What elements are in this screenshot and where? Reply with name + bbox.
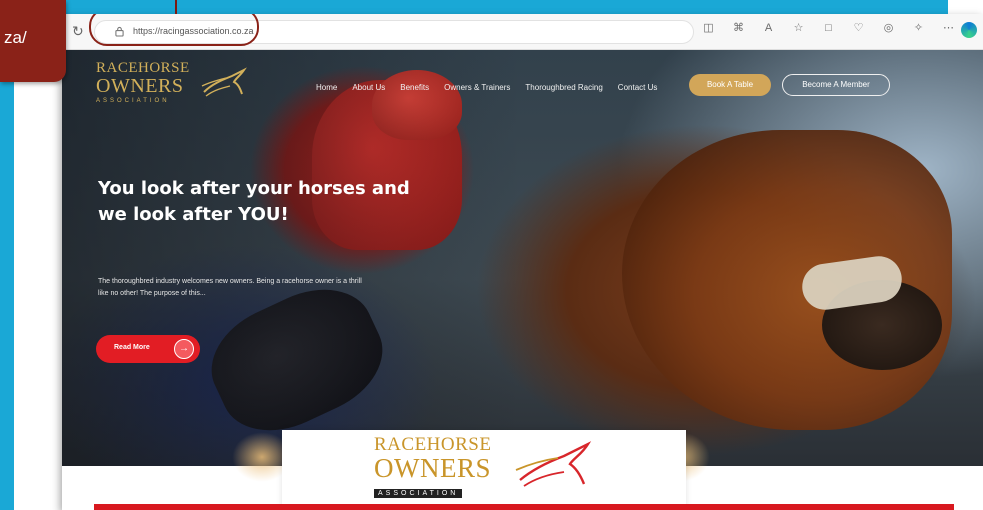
site-logo[interactable]: RACEHORSE OWNERS ASSOCIATION: [96, 60, 247, 104]
footer-logo-text-association: ASSOCIATION: [374, 489, 463, 498]
horse-head-image: [622, 130, 952, 430]
hero-overlay: [62, 50, 522, 466]
footer-horse-logo-icon: [515, 441, 592, 487]
nav-contact-us[interactable]: Contact Us: [618, 83, 658, 92]
favorite-icon[interactable]: ☆: [792, 22, 805, 35]
footer-logo-card: RACEHORSE OWNERS ASSOCIATION: [282, 430, 686, 510]
book-a-table-button[interactable]: Book A Table: [689, 74, 771, 96]
hero-section: RACEHORSE OWNERS ASSOCIATION Home About …: [62, 50, 983, 466]
nav-home[interactable]: Home: [316, 83, 337, 92]
browser-essentials-icon[interactable]: ◎: [882, 22, 895, 35]
toolbar-icons: ◫ ⌘ A ☆ □ ♡ ◎ ✧ ⋯: [702, 22, 955, 35]
nav-thoroughbred-racing[interactable]: Thoroughbred Racing: [525, 83, 602, 92]
frame-top-bar: [0, 0, 948, 14]
more-icon[interactable]: ⋯: [942, 22, 955, 35]
copilot-icon[interactable]: ✧: [912, 22, 925, 35]
arrow-right-icon: →: [174, 339, 194, 359]
hero-heading: You look after your horses and we look a…: [98, 178, 410, 225]
read-aloud-icon[interactable]: A: [762, 22, 775, 35]
hero-blurb: The thoroughbred industry welcomes new o…: [98, 278, 362, 297]
extensions-icon[interactable]: ⌘: [732, 22, 745, 35]
url-callout: za/: [0, 0, 66, 82]
horse-logo-icon: [201, 67, 247, 97]
nav-owners-trainers[interactable]: Owners & Trainers: [444, 83, 510, 92]
read-more-button[interactable]: Read More →: [96, 335, 200, 363]
edge-logo-icon[interactable]: [961, 22, 977, 38]
favorites-bar-icon[interactable]: ♡: [852, 22, 865, 35]
callout-connector-line: [175, 0, 177, 14]
nav-benefits[interactable]: Benefits: [400, 83, 429, 92]
become-a-member-button[interactable]: Become A Member: [782, 74, 890, 96]
reload-icon[interactable]: ↻: [72, 23, 84, 40]
browser-window: ↻ https://racingassociation.co.za ◫ ⌘ A …: [62, 14, 983, 510]
read-more-label: Read More: [114, 344, 150, 351]
red-divider-bar: [94, 504, 954, 510]
nav-about-us[interactable]: About Us: [352, 83, 385, 92]
url-highlight-circle: [89, 14, 259, 46]
split-screen-icon[interactable]: ◫: [702, 22, 715, 35]
browser-toolbar: ↻ https://racingassociation.co.za ◫ ⌘ A …: [62, 14, 983, 50]
site-nav: Home About Us Benefits Owners & Trainers…: [316, 83, 657, 92]
collections-icon[interactable]: □: [822, 22, 835, 35]
url-callout-text: za/: [4, 28, 27, 47]
slide: za/ ↻ https://racingassociation.co.za ◫ …: [0, 0, 983, 510]
